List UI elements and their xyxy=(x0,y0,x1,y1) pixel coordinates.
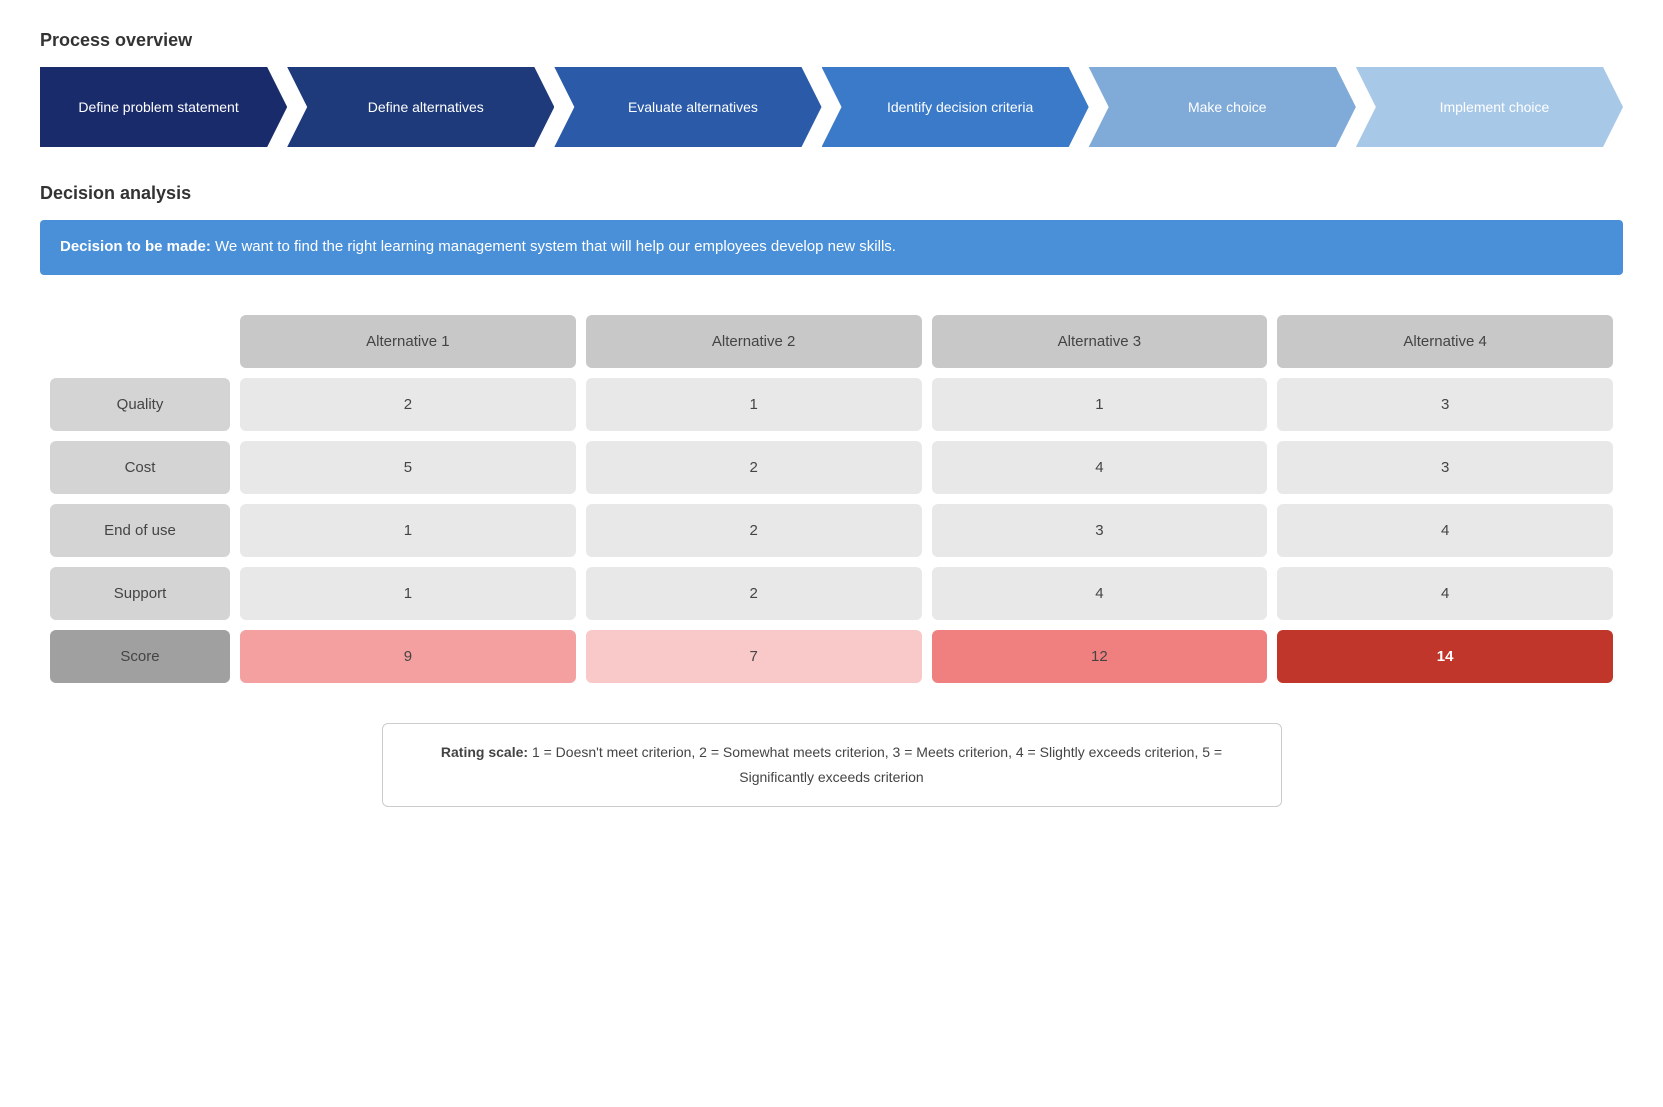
score-row: Score971214 xyxy=(50,630,1613,683)
column-header-4: Alternative 4 xyxy=(1277,315,1613,368)
decision-title: Decision analysis xyxy=(40,183,1623,204)
cell-3-3: 3 xyxy=(932,504,1268,557)
table-row: Quality2113 xyxy=(50,378,1613,431)
cell-2-1: 5 xyxy=(240,441,576,494)
process-step-1: Define problem statement xyxy=(40,67,287,147)
column-header-1: Alternative 1 xyxy=(240,315,576,368)
process-step-6: Implement choice xyxy=(1356,67,1623,147)
cell-3-4: 4 xyxy=(1277,504,1613,557)
decision-statement: Decision to be made: We want to find the… xyxy=(40,220,1623,275)
cell-4-3: 4 xyxy=(932,567,1268,620)
score-cell-4: 14 xyxy=(1277,630,1613,683)
cell-3-2: 2 xyxy=(586,504,922,557)
cell-1-2: 1 xyxy=(586,378,922,431)
process-step-2: Define alternatives xyxy=(287,67,554,147)
cell-4-1: 1 xyxy=(240,567,576,620)
table-row: End of use1234 xyxy=(50,504,1613,557)
decision-text: We want to find the right learning manag… xyxy=(215,238,896,255)
score-label: Score xyxy=(50,630,230,683)
decision-label: Decision to be made: xyxy=(60,238,211,255)
rating-scale-text: 1 = Doesn't meet criterion, 2 = Somewhat… xyxy=(532,744,1222,785)
cell-4-4: 4 xyxy=(1277,567,1613,620)
cell-1-3: 1 xyxy=(932,378,1268,431)
column-header-3: Alternative 3 xyxy=(932,315,1268,368)
cell-2-4: 3 xyxy=(1277,441,1613,494)
cell-1-1: 2 xyxy=(240,378,576,431)
row-label-3: End of use xyxy=(50,504,230,557)
cell-2-3: 4 xyxy=(932,441,1268,494)
column-header-2: Alternative 2 xyxy=(586,315,922,368)
process-flow: Define problem statementDefine alternati… xyxy=(40,67,1623,147)
cell-2-2: 2 xyxy=(586,441,922,494)
row-label-4: Support xyxy=(50,567,230,620)
table-row: Support1244 xyxy=(50,567,1613,620)
cell-1-4: 3 xyxy=(1277,378,1613,431)
process-step-4: Identify decision criteria xyxy=(822,67,1089,147)
process-title: Process overview xyxy=(40,30,1623,51)
table-row: Cost5243 xyxy=(50,441,1613,494)
cell-4-2: 2 xyxy=(586,567,922,620)
process-step-3: Evaluate alternatives xyxy=(554,67,821,147)
cell-3-1: 1 xyxy=(240,504,576,557)
process-step-5: Make choice xyxy=(1089,67,1356,147)
row-label-2: Cost xyxy=(50,441,230,494)
rating-scale-label: Rating scale: xyxy=(441,744,528,760)
score-cell-3: 12 xyxy=(932,630,1268,683)
analysis-table: Alternative 1Alternative 2Alternative 3A… xyxy=(40,305,1623,693)
score-cell-2: 7 xyxy=(586,630,922,683)
row-label-1: Quality xyxy=(50,378,230,431)
rating-scale-box: Rating scale: 1 = Doesn't meet criterion… xyxy=(382,723,1282,807)
score-cell-1: 9 xyxy=(240,630,576,683)
